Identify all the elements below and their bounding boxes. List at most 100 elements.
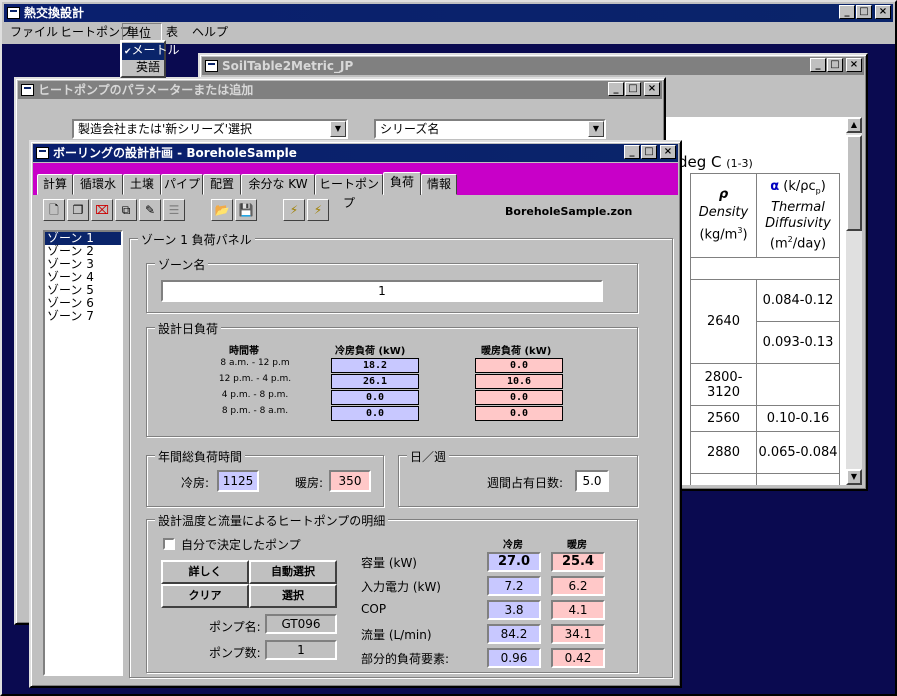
new-file-icon[interactable]: 🗋 (43, 199, 65, 221)
scroll-up-icon[interactable]: ▲ (846, 117, 862, 133)
chevron-down-icon[interactable]: ▼ (588, 121, 604, 137)
heat-load-input[interactable]: 0.0 (475, 390, 563, 405)
spec-heat-value: 4.1 (551, 600, 605, 620)
soil-table: ρ Density (kg/m3) α (k/ρcp) Thermal Diffusiv… (690, 173, 840, 485)
auto-select-button[interactable]: 自動選択 (249, 560, 337, 584)
scroll-thumb[interactable] (846, 135, 862, 231)
toolbar: 🗋 ❐ ⌧ ⧉ ✎ ☰ 📂 💾 ⚡ ⚡ BoreholeSample.zon (33, 195, 678, 227)
cool-load-header: 冷房負荷 (kW) (335, 346, 406, 357)
cool-load-input[interactable]: 18.2 (331, 358, 419, 373)
heatpump-window-title: ヒートポンプのパラメーターまたは追加 (38, 83, 254, 97)
time-label: 8 a.m. - 12 p.m (220, 358, 290, 368)
spec-cool-value: 27.0 (487, 552, 541, 572)
tab-extra-kw[interactable]: 余分な KW (241, 174, 315, 195)
zone-name-group: ゾーン名 1 (146, 256, 638, 313)
open-folder-icon[interactable]: 📂 (211, 199, 233, 221)
menu-heatpump[interactable]: ヒートポンプ (60, 23, 132, 41)
maximize-button[interactable]: □ (827, 58, 843, 72)
save-icon[interactable]: 💾 (235, 199, 257, 221)
tab-strip: 計算 循環水 土壌 パイプ 配置 余分な KW ヒートポンプ 負荷 情報 (33, 163, 678, 210)
days-occupied-input[interactable]: 5.0 (575, 470, 609, 492)
heat-load-input[interactable]: 0.0 (475, 358, 563, 373)
time-label: 8 p.m. - 8 a.m. (221, 406, 289, 416)
spec-cool-value: 0.96 (487, 648, 541, 668)
cool-load-input[interactable]: 26.1 (331, 374, 419, 389)
scroll-down-icon[interactable]: ▼ (846, 469, 862, 485)
menu-item-english[interactable]: 英語 (122, 60, 164, 75)
tab-calc[interactable]: 計算 (37, 174, 73, 195)
menu-item-metric[interactable]: ✔メートル (122, 43, 180, 60)
maximize-button[interactable]: □ (641, 145, 657, 159)
calculate-icon[interactable]: ⚡ (283, 199, 305, 221)
spec-label: 流量 (L/min) (361, 628, 432, 642)
detail-button[interactable]: 詳しく (161, 560, 249, 584)
heatpump-spec-group: 設計温度と流量によるヒートポンプの明細 自分で決定したポンプ 詳しく 自動選択 … (146, 512, 638, 673)
spec-cool-header: 冷房 (503, 540, 523, 551)
spec-heat-value: 34.1 (551, 624, 605, 644)
cool-hours-input[interactable]: 1125 (217, 470, 259, 492)
pump-count-label: ポンプ数: (209, 646, 261, 660)
filename-label: BoreholeSample.zon (505, 205, 633, 218)
annual-load-label: 年間総負荷時間 (155, 448, 246, 465)
window-icon (21, 84, 34, 96)
units-dropdown: ✔メートル 英語 (120, 40, 180, 78)
menu-table[interactable]: 表 (166, 23, 178, 41)
heat-hours-label: 暖房: (295, 476, 324, 490)
menu-file[interactable]: ファイル (10, 23, 58, 41)
close-button[interactable]: × (875, 5, 891, 19)
heat-load-header: 暖房負荷 (kW) (481, 346, 552, 357)
minimize-button[interactable]: _ (810, 58, 826, 72)
self-pump-checkbox[interactable] (163, 538, 175, 550)
heat-load-input[interactable]: 10.6 (475, 374, 563, 389)
borehole-window-title: ボーリングの設計計画 - BoreholeSample (53, 146, 297, 160)
minimize-button[interactable]: _ (624, 145, 640, 159)
list-item[interactable]: ゾーン 7 (45, 310, 121, 323)
heat-load-input[interactable]: 0.0 (475, 406, 563, 421)
list-icon[interactable]: ☰ (163, 199, 185, 221)
soil-scrollbar[interactable]: ▲ ▼ (846, 117, 862, 485)
close-button[interactable]: × (846, 58, 862, 72)
app-icon (7, 7, 20, 19)
days-week-label: 日／週 (407, 448, 450, 465)
copy-file-icon[interactable]: ❐ (67, 199, 89, 221)
tab-circulation[interactable]: 循環水 (73, 174, 123, 195)
minimize-button[interactable]: _ (608, 82, 624, 96)
maximize-button[interactable]: □ (856, 5, 872, 19)
cool-load-input[interactable]: 0.0 (331, 390, 419, 405)
menu-help[interactable]: ヘルプ (192, 23, 228, 41)
series-combo[interactable]: シリーズ名 ▼ (374, 119, 606, 139)
select-button[interactable]: 選択 (249, 584, 337, 608)
maximize-button[interactable]: □ (625, 82, 641, 96)
erase-icon[interactable]: ✎ (139, 199, 161, 221)
tab-load[interactable]: 負荷 (383, 172, 421, 195)
minimize-button[interactable]: _ (839, 5, 855, 19)
spec-label: 容量 (kW) (361, 556, 417, 570)
tab-info[interactable]: 情報 (421, 174, 457, 195)
tab-soil[interactable]: 土壌 (123, 174, 161, 195)
time-label: 12 p.m. - 4 p.m. (218, 374, 292, 384)
soil-content: deg C (1-3) ρ Density (kg/m3) α (k/ρcp) The… (666, 117, 846, 485)
close-button[interactable]: × (660, 145, 676, 159)
delete-file-icon[interactable]: ⌧ (91, 199, 113, 221)
chevron-down-icon[interactable]: ▼ (330, 121, 346, 137)
design-load-label: 設計日負荷 (155, 320, 222, 337)
cool-hours-label: 冷房: (181, 476, 210, 490)
duplicate-icon[interactable]: ⧉ (115, 199, 137, 221)
heat-hours-input[interactable]: 350 (329, 470, 371, 492)
close-button[interactable]: × (644, 82, 660, 96)
time-header: 時間帯 (229, 346, 259, 357)
manufacturer-combo[interactable]: 製造会社または'新シリーズ'選択 ▼ (72, 119, 348, 139)
zone-list[interactable]: ゾーン 1 ゾーン 2 ゾーン 3 ゾーン 4 ゾーン 5 ゾーン 6 ゾーン … (43, 230, 123, 676)
cool-load-input[interactable]: 0.0 (331, 406, 419, 421)
main-titlebar: 熱交換設計 _ □ × (4, 4, 893, 22)
zone-name-field[interactable]: 1 (161, 280, 603, 302)
pump-name-field: GT096 (265, 614, 337, 634)
tab-pipe[interactable]: パイプ (161, 174, 203, 195)
tab-heatpump[interactable]: ヒートポンプ (315, 174, 383, 210)
temp-header: deg C (1-3) (678, 153, 753, 171)
spec-cool-value: 3.8 (487, 600, 541, 620)
calculate-all-icon[interactable]: ⚡ (307, 199, 329, 221)
clear-button[interactable]: クリア (161, 584, 249, 608)
spec-label: 部分的負荷要素: (361, 652, 450, 666)
tab-layout[interactable]: 配置 (203, 174, 241, 195)
